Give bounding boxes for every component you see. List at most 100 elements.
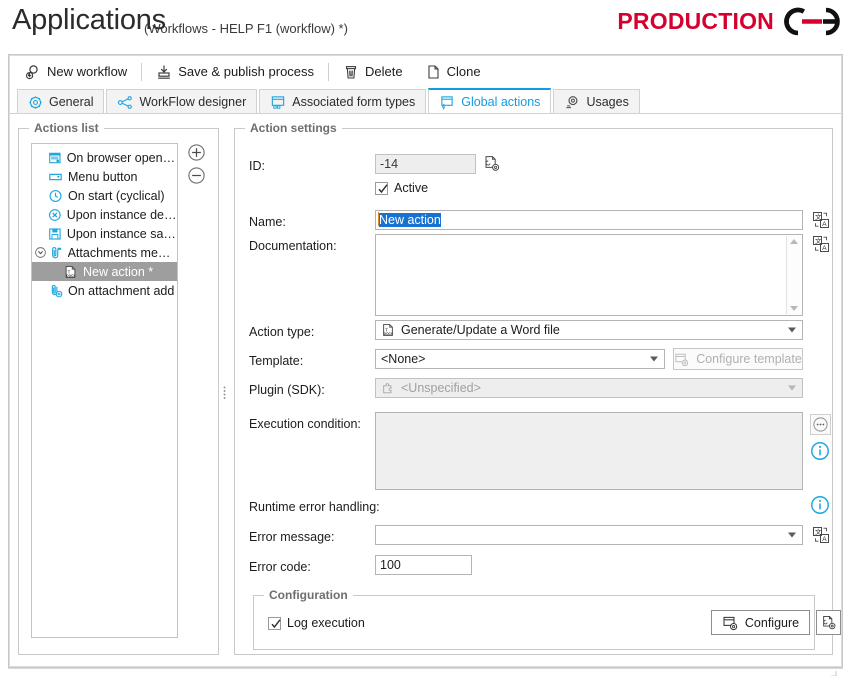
scroll-down-icon[interactable] <box>790 306 798 311</box>
list-item[interactable]: Upon instance saving <box>32 224 177 243</box>
plugin-value: <Unspecified> <box>401 381 481 395</box>
save-publish-label: Save & publish process <box>178 64 315 79</box>
error-code-input[interactable]: 100 <box>375 555 472 575</box>
log-execution-label: Log execution <box>287 616 365 630</box>
list-item[interactable]: Attachments menu * <box>32 243 177 262</box>
template-combo[interactable]: <None> <box>375 349 665 369</box>
configuration-title: Configuration <box>264 588 353 602</box>
toolbar: New workflow Save & publish process Dele… <box>9 55 842 88</box>
list-item-label: On attachment add <box>68 283 175 298</box>
trash-icon <box>345 65 357 79</box>
new-workflow-label: New workflow <box>47 64 128 79</box>
configure-template-icon <box>675 353 689 366</box>
configure-icon <box>723 616 738 630</box>
resize-grip-icon[interactable] <box>827 671 837 676</box>
remove-action-button[interactable] <box>187 166 206 185</box>
configure-settings-button[interactable] <box>816 610 841 635</box>
new-workflow-button[interactable]: New workflow <box>17 60 135 84</box>
documentation-label: Documentation: <box>249 239 337 253</box>
list-item[interactable]: On start (cyclical) <box>32 186 177 205</box>
tab-associated-form-types[interactable]: Associated form types <box>259 89 427 114</box>
clone-label: Clone <box>446 64 481 79</box>
action-settings-group: Action settings ID: -14 Active Name: New… <box>234 121 841 655</box>
id-field: -14 <box>375 154 476 174</box>
template-value: <None> <box>381 352 426 366</box>
clone-page-icon <box>428 64 439 79</box>
tab-workflow-designer[interactable]: WorkFlow designer <box>106 89 258 114</box>
check-icon <box>271 618 281 628</box>
new-workflow-icon <box>25 64 38 79</box>
expander-collapse-icon[interactable] <box>34 246 47 259</box>
puzzle-icon <box>383 383 392 394</box>
chevron-down-icon[interactable] <box>788 532 796 538</box>
list-item-label: Upon instance saving <box>66 226 177 241</box>
name-input[interactable]: New action <box>375 210 803 230</box>
execution-condition-textarea[interactable] <box>375 412 803 490</box>
tab-global-actions-label: Global actions <box>461 95 541 109</box>
list-item-label: Upon instance delet... <box>66 207 177 222</box>
info-icon[interactable] <box>810 441 830 461</box>
save-publish-icon <box>158 65 170 79</box>
tab-general[interactable]: General <box>17 89 105 114</box>
id-label: ID: <box>249 159 265 173</box>
list-item-label: On browser opening * <box>66 150 177 165</box>
active-checkbox-box <box>375 181 388 195</box>
save-publish-button[interactable]: Save & publish process <box>148 60 322 84</box>
clone-button[interactable]: Clone <box>417 60 489 84</box>
attachment-add-icon <box>51 284 63 297</box>
configure-button[interactable]: Configure <box>711 610 810 635</box>
usages-icon <box>566 95 578 108</box>
log-execution-checkbox[interactable]: Log execution <box>268 616 365 630</box>
add-action-button[interactable] <box>187 143 206 162</box>
list-item[interactable]: On browser opening * <box>32 148 177 167</box>
template-label: Template: <box>249 354 304 368</box>
tab-bar: General WorkFlow designer Associated for… <box>9 88 842 114</box>
tab-global-actions[interactable]: Global actions <box>428 88 552 114</box>
active-checkbox-label: Active <box>394 181 429 195</box>
delete-button[interactable]: Delete <box>335 60 411 84</box>
list-item-label: Menu button <box>68 169 138 184</box>
chevron-down-icon[interactable] <box>788 327 796 333</box>
scroll-up-icon[interactable] <box>790 239 798 244</box>
execution-condition-ellipsis-button[interactable] <box>810 414 831 435</box>
tab-workflow-designer-label: WorkFlow designer <box>139 95 247 109</box>
word-docx-icon: T DOCX <box>65 265 76 278</box>
documentation-textarea[interactable] <box>375 234 803 316</box>
toolbar-separator <box>141 62 143 81</box>
configure-template-label: Configure template <box>696 352 802 366</box>
copy-settings-icon[interactable] <box>483 154 501 174</box>
brand-area: PRODUCTION <box>617 7 843 36</box>
list-item-label: New action * <box>83 264 154 279</box>
panel-splitter[interactable] <box>219 128 230 655</box>
browser-opening-icon <box>49 152 61 163</box>
translate-icon[interactable]: 文 A <box>812 525 830 545</box>
tab-associated-form-types-label: Associated form types <box>292 95 416 109</box>
list-item[interactable]: Upon instance delet... <box>32 205 177 224</box>
translate-icon[interactable]: 文 A <box>812 234 830 254</box>
translate-icon[interactable]: 文 A <box>812 210 830 230</box>
active-checkbox[interactable]: Active <box>375 181 428 195</box>
actions-list-group: Actions list On browser opening * Menu b… <box>18 121 219 655</box>
form-types-icon <box>272 95 285 109</box>
list-item[interactable]: Menu button <box>32 167 177 186</box>
svg-text:A: A <box>822 245 827 252</box>
actions-listbox[interactable]: On browser opening * Menu button On star… <box>31 143 178 638</box>
tab-general-label: General <box>49 95 94 109</box>
tab-usages[interactable]: Usages <box>553 89 640 114</box>
svg-text:DOCX: DOCX <box>384 332 394 336</box>
action-type-combo[interactable]: T DOCX Generate/Update a Word file <box>375 320 803 340</box>
chevron-down-icon <box>788 385 796 391</box>
info-icon[interactable] <box>810 495 830 515</box>
menu-button-icon <box>49 173 62 180</box>
global-actions-icon <box>441 95 453 110</box>
list-item[interactable]: On attachment add <box>32 281 177 300</box>
chevron-down-icon[interactable] <box>650 356 658 362</box>
configure-button-label: Configure <box>744 615 800 630</box>
documentation-scrollbar[interactable] <box>786 236 801 314</box>
status-bar <box>8 668 843 676</box>
list-item-label: Attachments menu * <box>67 245 177 260</box>
workflow-nodes-icon <box>118 95 133 109</box>
list-item[interactable]: T DOCX New action * <box>32 262 177 281</box>
error-message-label: Error message: <box>249 530 335 544</box>
error-message-combo[interactable] <box>375 525 803 545</box>
